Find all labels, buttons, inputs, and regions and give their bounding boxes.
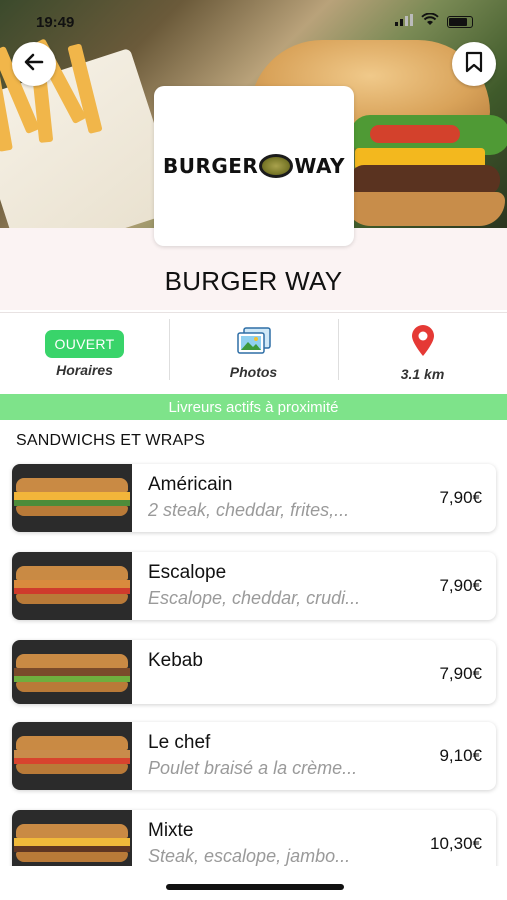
- status-time: 19:49: [36, 13, 75, 31]
- menu-item-description: 2 steak, cheddar, frites,...: [148, 500, 350, 520]
- menu-item-price: 10,30€: [430, 834, 482, 853]
- photos-icon: [236, 327, 272, 360]
- menu-item-image: [12, 464, 132, 532]
- tab-distance-label: 3.1 km: [400, 366, 445, 382]
- open-status-badge: OUVERT: [44, 329, 125, 358]
- tab-photos-label: Photos: [229, 364, 278, 380]
- signal-icon: [395, 13, 413, 31]
- home-indicator[interactable]: [166, 884, 344, 890]
- menu-item-description: Steak, escalope, jambo...: [148, 846, 351, 866]
- wifi-icon: [421, 12, 439, 31]
- menu-item-image: [12, 722, 132, 790]
- menu-item-image: [12, 640, 132, 704]
- status-bar: 19:49: [0, 0, 507, 44]
- restaurant-name: BURGER WAY: [164, 266, 343, 296]
- arrow-left-icon: [23, 51, 45, 78]
- menu-item-price: 7,90€: [439, 488, 482, 507]
- menu-item-description: Escalope, cheddar, crudi...: [148, 588, 361, 608]
- bookmark-icon: [465, 51, 483, 78]
- menu-item[interactable]: Escalope Escalope, cheddar, crudi... 7,9…: [12, 552, 496, 620]
- tab-hours[interactable]: OUVERT Horaires: [0, 313, 169, 394]
- menu-item-price: 9,10€: [439, 746, 482, 765]
- delivery-banner: Livreurs actifs à proximité: [0, 394, 507, 420]
- tab-photos[interactable]: Photos: [169, 313, 338, 394]
- section-title: SANDWICHS ET WRAPS: [16, 432, 206, 449]
- menu-item-price: 7,90€: [439, 576, 482, 595]
- menu-item-image: [12, 552, 132, 620]
- back-button[interactable]: [12, 42, 56, 86]
- restaurant-logo: BURGER WAY: [154, 86, 354, 246]
- location-pin-icon: [410, 325, 436, 362]
- burger-logo-icon: [259, 154, 294, 178]
- menu-item-description: Poulet braisé a la crème...: [148, 758, 358, 778]
- info-tabs: OUVERT Horaires Photos 3.1 km: [0, 312, 507, 394]
- tab-hours-label: Horaires: [56, 361, 113, 378]
- menu-item[interactable]: Kebab 7,90€: [12, 640, 496, 704]
- bookmark-button[interactable]: [452, 42, 496, 86]
- tab-distance[interactable]: 3.1 km: [338, 313, 507, 394]
- menu-item[interactable]: Américain 2 steak, cheddar, frites,... 7…: [12, 464, 496, 532]
- menu-item[interactable]: Le chef Poulet braisé a la crème... 9,10…: [12, 722, 496, 790]
- menu-item-price: 7,90€: [439, 664, 482, 683]
- battery-icon: [447, 16, 473, 28]
